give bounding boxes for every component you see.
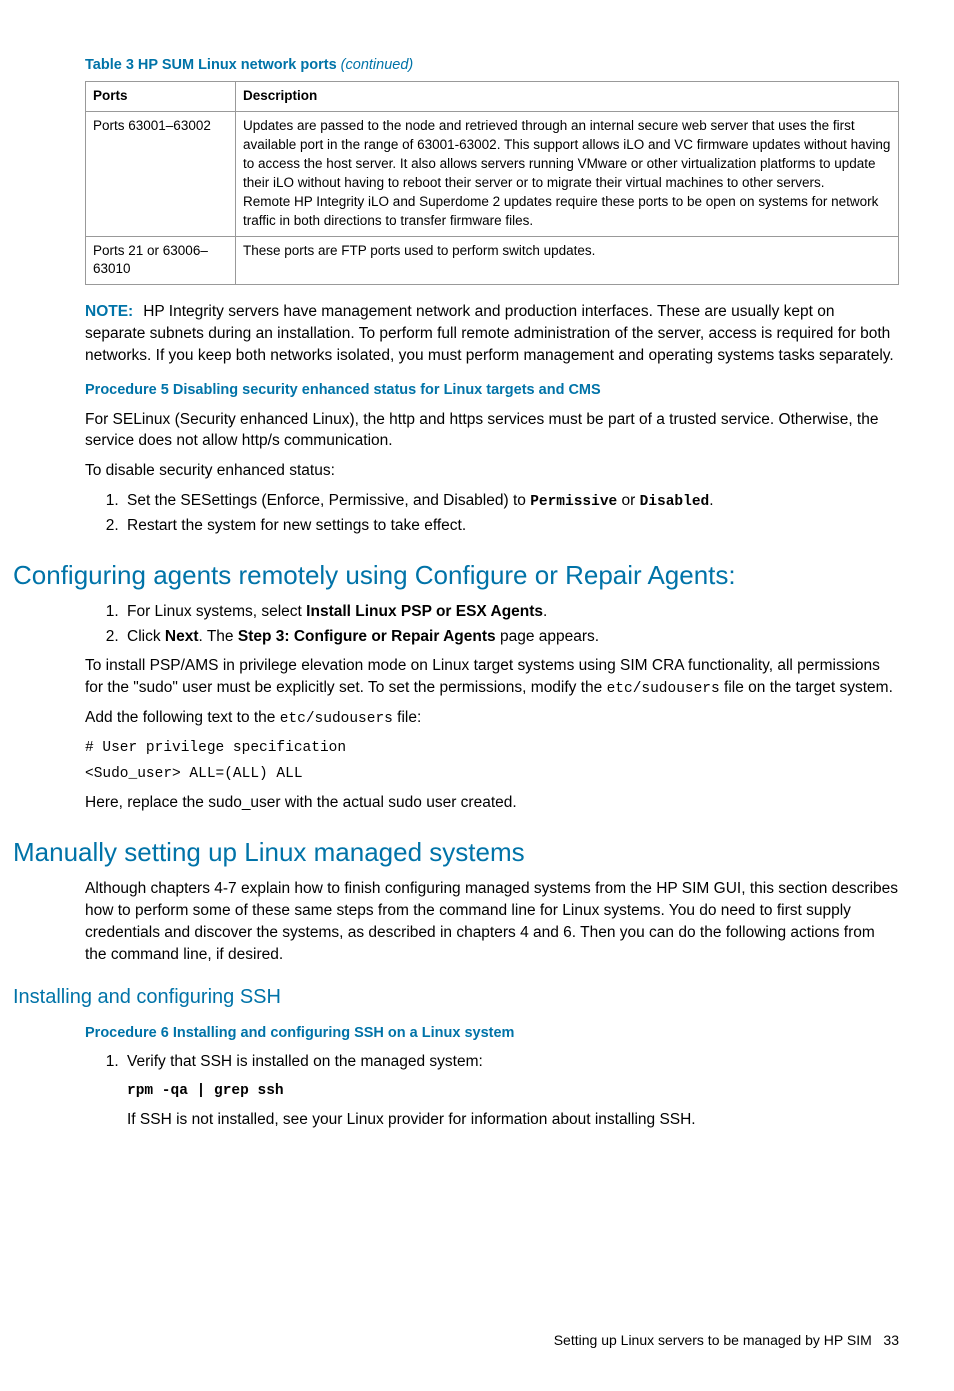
header-description: Description: [236, 82, 899, 112]
page-footer: Setting up Linux servers to be managed b…: [85, 1331, 899, 1351]
cfg-steps: For Linux systems, select Install Linux …: [85, 601, 899, 647]
table-title: Table 3 HP SUM Linux network ports: [85, 57, 341, 73]
cell-ports: Ports 63001–63002: [86, 112, 236, 236]
cell-desc: These ports are FTP ports used to perfor…: [236, 236, 899, 285]
cfg-p3: Here, replace the sudo_user with the act…: [85, 792, 899, 814]
ssh-after: If SSH is not installed, see your Linux …: [127, 1109, 899, 1131]
cfg-p2: Add the following text to the etc/sudous…: [85, 707, 899, 729]
list-item: For Linux systems, select Install Linux …: [123, 601, 899, 623]
procedure-5-title: Procedure 5 Disabling security enhanced …: [85, 380, 899, 400]
list-item: Verify that SSH is installed on the mana…: [123, 1051, 899, 1131]
page-number: 33: [883, 1332, 899, 1348]
section-configuring-agents: Configuring agents remotely using Config…: [13, 557, 899, 593]
subsection-ssh: Installing and configuring SSH: [13, 983, 899, 1011]
proc5-steps: Set the SESettings (Enforce, Permissive,…: [85, 490, 899, 537]
note-text: HP Integrity servers have management net…: [85, 303, 894, 363]
header-ports: Ports: [86, 82, 236, 112]
table-row: Ports 21 or 63006–63010 These ports are …: [86, 236, 899, 285]
table-continued: (continued): [341, 57, 414, 73]
note-block: NOTE:HP Integrity servers have managemen…: [85, 301, 899, 366]
proc5-intro: For SELinux (Security enhanced Linux), t…: [85, 409, 899, 452]
cell-ports: Ports 21 or 63006–63010: [86, 236, 236, 285]
list-item: Restart the system for new settings to t…: [123, 515, 899, 537]
proc5-lead: To disable security enhanced status:: [85, 460, 899, 482]
ports-table: Ports Description Ports 63001–63002 Upda…: [85, 81, 899, 285]
code-line-2: <Sudo_user> ALL=(ALL) ALL: [85, 764, 899, 784]
footer-text: Setting up Linux servers to be managed b…: [554, 1332, 872, 1348]
list-item: Set the SESettings (Enforce, Permissive,…: [123, 490, 899, 512]
code-line-1: # User privilege specification: [85, 738, 899, 758]
note-label: NOTE:: [85, 303, 133, 320]
cell-desc: Updates are passed to the node and retri…: [236, 112, 899, 236]
section-manual-setup: Manually setting up Linux managed system…: [13, 834, 899, 870]
ssh-command: rpm -qa | grep ssh: [127, 1081, 899, 1101]
table-row: Ports 63001–63002 Updates are passed to …: [86, 112, 899, 236]
procedure-6-title: Procedure 6 Installing and configuring S…: [85, 1023, 899, 1043]
list-item: Click Next. The Step 3: Configure or Rep…: [123, 626, 899, 648]
table-caption: Table 3 HP SUM Linux network ports (cont…: [85, 55, 899, 75]
cfg-p1: To install PSP/AMS in privilege elevatio…: [85, 655, 899, 699]
ssh-steps: Verify that SSH is installed on the mana…: [85, 1051, 899, 1131]
manual-p1: Although chapters 4-7 explain how to fin…: [85, 878, 899, 965]
